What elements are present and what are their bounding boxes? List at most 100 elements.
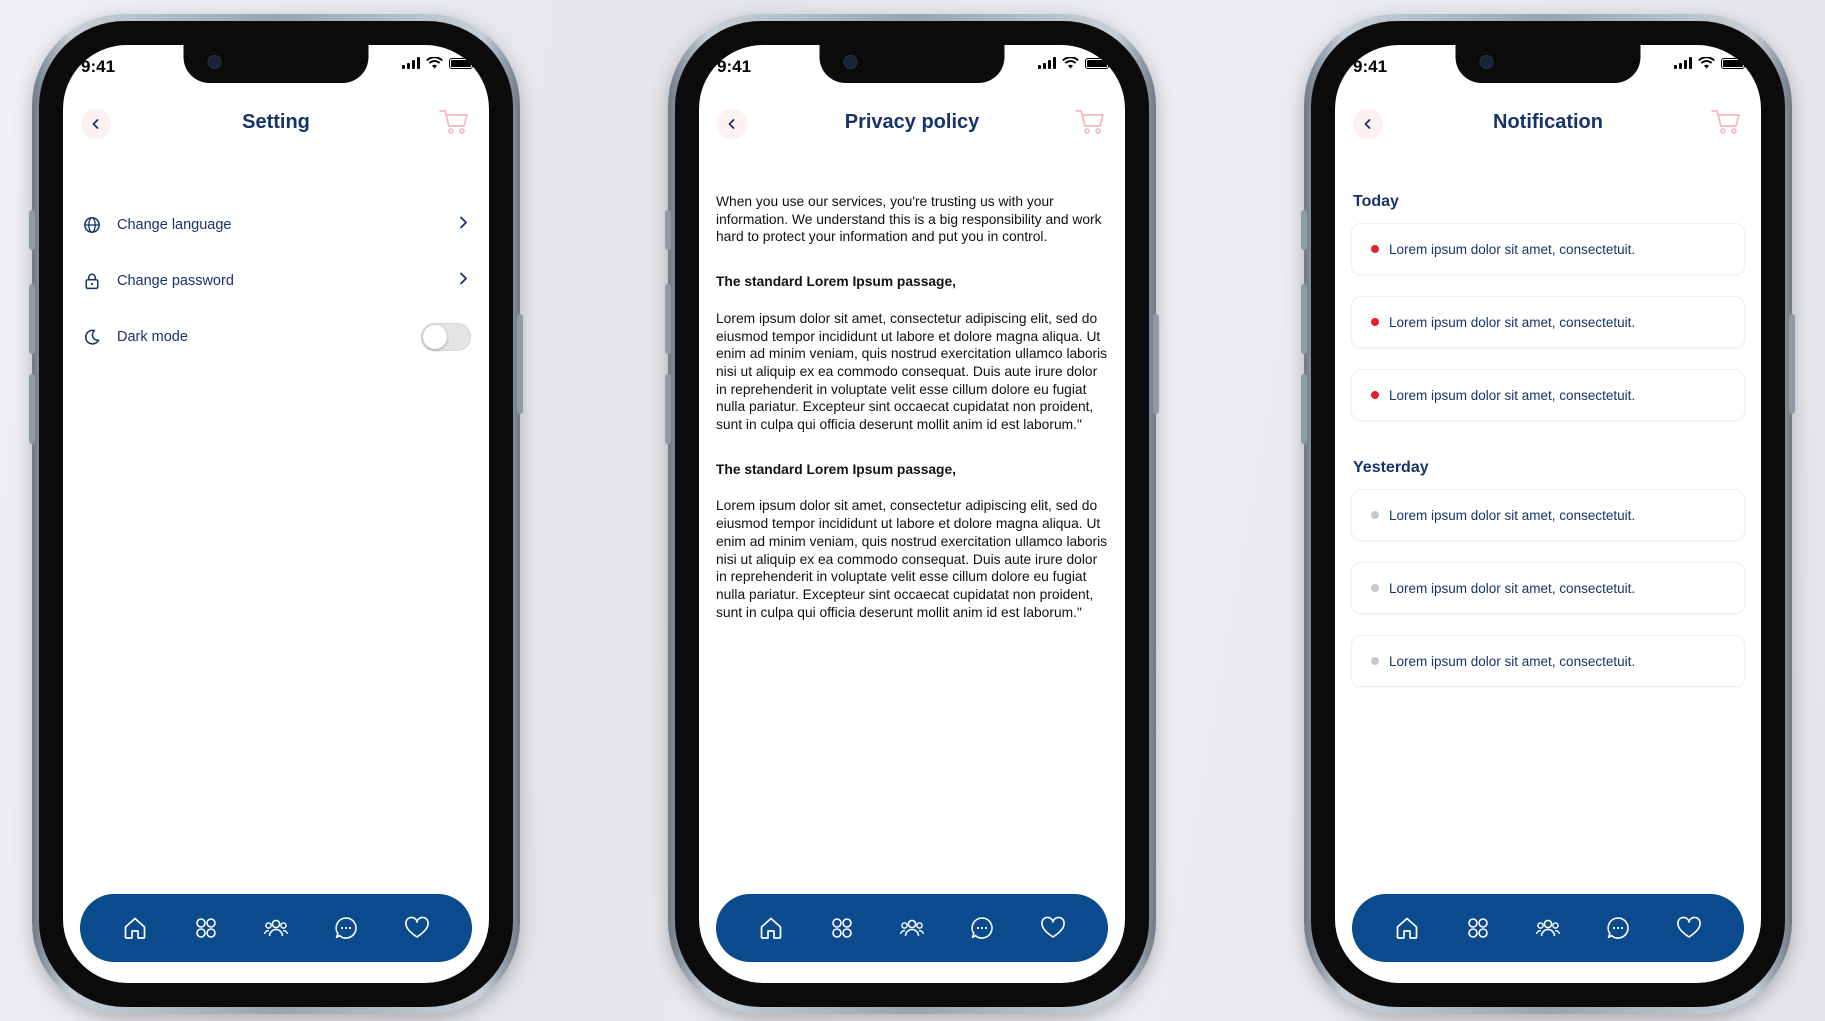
cart-icon [439, 110, 468, 134]
volume-down-button [1301, 374, 1307, 444]
cart-button[interactable] [1709, 107, 1743, 137]
notification-item[interactable]: Lorem ipsum dolor sit amet, consectetuit… [1351, 562, 1745, 614]
notification-screen: 9:41 Notification Today Lorem ipsum dolo… [1335, 45, 1761, 983]
phone-bezel: 9:41 Notification Today Lorem ipsum dolo… [1311, 21, 1785, 1007]
notification-item[interactable]: Lorem ipsum dolor sit amet, consectetuit… [1351, 296, 1745, 348]
cart-icon [1075, 110, 1104, 134]
heart-icon [1040, 916, 1065, 938]
globe-icon [81, 214, 103, 236]
grid-icon [1467, 918, 1488, 938]
page-title: Setting [242, 111, 310, 133]
group-title-yesterday: Yesterday [1353, 459, 1429, 476]
front-camera [1479, 55, 1494, 69]
cart-button[interactable] [1073, 107, 1107, 137]
setting-dark-mode: Dark mode [81, 309, 471, 365]
policy-section-heading: The standard Lorem Ipsum passage, [716, 274, 956, 290]
volume-up-button [1301, 284, 1307, 354]
read-dot [1371, 511, 1379, 519]
notification-text: Lorem ipsum dolor sit amet, consectetuit… [1389, 314, 1636, 330]
privacy-policy-screen: 9:41 Privacy policy When you use our ser… [699, 45, 1125, 983]
setting-label: Change password [117, 273, 234, 289]
toggle-knob [423, 325, 447, 349]
mute-switch [665, 210, 671, 250]
chevron-right-icon [457, 216, 469, 235]
tab-categories[interactable] [826, 912, 858, 944]
status-icons [1038, 57, 1112, 69]
notification-item[interactable]: Lorem ipsum dolor sit amet, consectetuit… [1351, 369, 1745, 421]
bottom-tab-bar [1352, 894, 1744, 962]
status-icons [1674, 57, 1748, 69]
tab-home[interactable] [755, 912, 787, 944]
notification-item[interactable]: Lorem ipsum dolor sit amet, consectetuit… [1351, 489, 1745, 541]
volume-up-button [29, 284, 35, 354]
users-icon [1535, 919, 1561, 937]
tab-categories[interactable] [1462, 912, 1494, 944]
tab-home[interactable] [119, 912, 151, 944]
notification-text: Lorem ipsum dolor sit amet, consectetuit… [1389, 241, 1636, 257]
status-time: 9:41 [81, 57, 116, 76]
notification-list: Today Lorem ipsum dolor sit amet, consec… [1351, 193, 1745, 708]
chevron-right-icon [457, 272, 469, 291]
setting-label: Dark mode [117, 329, 188, 345]
power-button [1789, 314, 1795, 414]
notch [819, 45, 1005, 83]
policy-section-body: Lorem ipsum dolor sit amet, consectetur … [716, 310, 1108, 433]
home-icon [1396, 917, 1418, 939]
mute-switch [1301, 210, 1307, 250]
dark-mode-toggle[interactable] [421, 323, 471, 351]
notification-text: Lorem ipsum dolor sit amet, consectetuit… [1389, 387, 1636, 403]
wifi-icon [426, 57, 443, 69]
setting-label: Change language [117, 217, 232, 233]
header: Notification [1335, 105, 1761, 145]
users-icon [263, 919, 289, 937]
bottom-tab-bar [716, 894, 1108, 962]
page-title: Notification [1493, 111, 1603, 133]
header: Privacy policy [699, 105, 1125, 145]
cart-icon [1711, 110, 1740, 134]
unread-dot [1371, 391, 1379, 399]
tab-messages[interactable] [1602, 912, 1634, 944]
lock-icon [81, 270, 103, 292]
grid-icon [195, 918, 216, 938]
tab-favorites[interactable] [1037, 912, 1069, 944]
policy-section-body: Lorem ipsum dolor sit amet, consectetur … [716, 498, 1108, 620]
setting-change-password[interactable]: Change password [81, 253, 471, 309]
setting-change-language[interactable]: Change language [81, 197, 471, 253]
unread-dot [1371, 245, 1379, 253]
chat-icon [335, 917, 358, 939]
heart-icon [1676, 916, 1701, 938]
mute-switch [29, 210, 35, 250]
tab-favorites[interactable] [401, 912, 433, 944]
chat-icon [971, 917, 994, 939]
notification-item[interactable]: Lorem ipsum dolor sit amet, consectetuit… [1351, 223, 1745, 275]
tab-favorites[interactable] [1673, 912, 1705, 944]
tab-community[interactable] [1532, 912, 1564, 944]
settings-list: Change language Change password Dark mod… [81, 197, 471, 365]
tab-categories[interactable] [190, 912, 222, 944]
read-dot [1371, 657, 1379, 665]
phone-privacy-policy: 9:41 Privacy policy When you use our ser… [665, 14, 1159, 1014]
cart-button[interactable] [437, 107, 471, 137]
tab-messages[interactable] [966, 912, 998, 944]
power-button [517, 314, 523, 414]
phone-bezel: 9:41 Setting Change language Change pass… [39, 21, 513, 1007]
policy-section-heading: The standard Lorem Ipsum passage, [716, 461, 956, 477]
wifi-icon [1698, 57, 1715, 69]
heart-icon [404, 916, 429, 938]
tab-messages[interactable] [330, 912, 362, 944]
tab-community[interactable] [260, 912, 292, 944]
home-icon [760, 917, 782, 939]
notification-item[interactable]: Lorem ipsum dolor sit amet, consectetuit… [1351, 635, 1745, 687]
front-camera [843, 55, 858, 69]
cellular-signal-icon [1674, 57, 1692, 69]
bottom-tab-bar [80, 894, 472, 962]
power-button [1153, 314, 1159, 414]
battery-icon [449, 57, 476, 69]
tab-community[interactable] [896, 912, 928, 944]
status-icons [402, 57, 476, 69]
volume-up-button [665, 284, 671, 354]
moon-icon [81, 326, 103, 348]
notch [1455, 45, 1641, 83]
battery-icon [1085, 57, 1112, 69]
tab-home[interactable] [1391, 912, 1423, 944]
